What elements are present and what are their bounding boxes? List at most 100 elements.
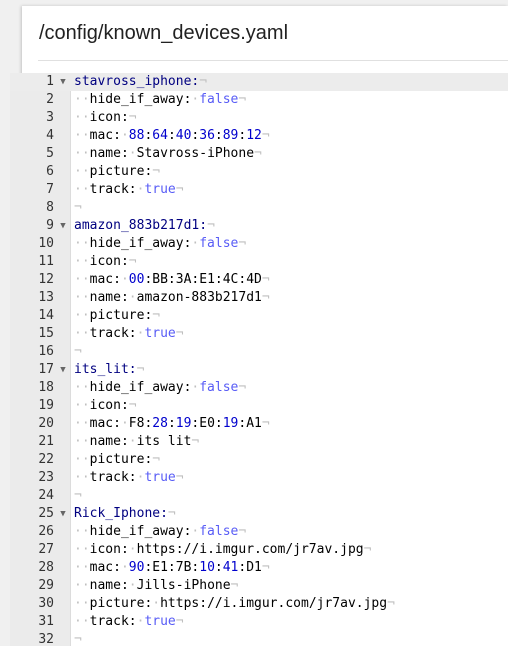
line-number: 26 bbox=[38, 524, 54, 539]
code-text: ··picture:¬ bbox=[74, 164, 161, 179]
code-line[interactable]: 6 ··picture:¬ bbox=[10, 163, 508, 181]
code-text: ¬ bbox=[74, 488, 82, 503]
code-text: its_lit:¬ bbox=[74, 362, 145, 377]
code-text: ··track:·true¬ bbox=[74, 470, 184, 485]
line-number: 16 bbox=[38, 344, 54, 359]
line-number: 25 bbox=[38, 506, 54, 521]
code-line[interactable]: 27 ··icon:·https://i.imgur.com/jr7av.jpg¬ bbox=[10, 541, 508, 559]
code-line[interactable]: 31 ··track:·true¬ bbox=[10, 613, 508, 631]
code-text: ··picture:·https://i.imgur.com/jr7av.jpg… bbox=[74, 596, 395, 611]
code-line[interactable]: 19 ··icon:¬ bbox=[10, 397, 508, 415]
code-text: ··icon:¬ bbox=[74, 398, 137, 413]
code-text: ··icon:·https://i.imgur.com/jr7av.jpg¬ bbox=[74, 542, 372, 557]
code-text: ¬ bbox=[74, 344, 82, 359]
line-number: 24 bbox=[38, 488, 54, 503]
line-number: 20 bbox=[38, 416, 54, 431]
line-number: 18 bbox=[38, 380, 54, 395]
line-number: 4 bbox=[46, 128, 54, 143]
line-number: 1 bbox=[46, 74, 54, 89]
line-number: 14 bbox=[38, 308, 54, 323]
code-line[interactable]: 25 ▼ Rick_Iphone:¬ bbox=[10, 505, 508, 523]
code-text: ··track:·true¬ bbox=[74, 614, 184, 629]
line-number: 9 bbox=[46, 218, 54, 233]
code-text: ··name:·amazon-883b217d1¬ bbox=[74, 290, 270, 305]
code-text: Rick_Iphone:¬ bbox=[74, 506, 176, 521]
code-text: ··picture:¬ bbox=[74, 452, 161, 467]
fold-arrow-icon[interactable]: ▼ bbox=[58, 505, 68, 523]
code-line[interactable]: 22 ··picture:¬ bbox=[10, 451, 508, 469]
line-number: 6 bbox=[46, 164, 54, 179]
code-text: ··track:·true¬ bbox=[74, 182, 184, 197]
line-number: 30 bbox=[38, 596, 54, 611]
code-line[interactable]: 14 ··picture:¬ bbox=[10, 307, 508, 325]
code-line[interactable]: 4 ··mac:·88:64:40:36:89:12¬ bbox=[10, 127, 508, 145]
code-line[interactable]: 16 ¬ bbox=[10, 343, 508, 361]
code-line[interactable]: 8 ¬ bbox=[10, 199, 508, 217]
code-line[interactable]: 29 ··name:·Jills-iPhone¬ bbox=[10, 577, 508, 595]
code-text: amazon_883b217d1:¬ bbox=[74, 218, 215, 233]
line-number: 27 bbox=[38, 542, 54, 557]
line-number: 29 bbox=[38, 578, 54, 593]
code-line[interactable]: 9 ▼ amazon_883b217d1:¬ bbox=[10, 217, 508, 235]
code-line[interactable]: 26 ··hide_if_away:·false¬ bbox=[10, 523, 508, 541]
code-text: ··track:·true¬ bbox=[74, 326, 184, 341]
code-text: ··picture:¬ bbox=[74, 308, 161, 323]
fold-arrow-icon[interactable]: ▼ bbox=[58, 361, 68, 379]
line-number: 19 bbox=[38, 398, 54, 413]
line-number: 15 bbox=[38, 326, 54, 341]
header-divider bbox=[38, 60, 508, 61]
code-text: ··mac:·88:64:40:36:89:12¬ bbox=[74, 128, 270, 143]
code-text: ··hide_if_away:·false¬ bbox=[74, 380, 247, 395]
code-line[interactable]: 15 ··track:·true¬ bbox=[10, 325, 508, 343]
line-number: 7 bbox=[46, 182, 54, 197]
code-line[interactable]: 28 ··mac:·90:E1:7B:10:41:D1¬ bbox=[10, 559, 508, 577]
code-line[interactable]: 1 ▼ stavross_iphone:¬ bbox=[10, 73, 508, 91]
line-number: 23 bbox=[38, 470, 54, 485]
code-text: ··name:·Stavross-iPhone¬ bbox=[74, 146, 262, 161]
code-line[interactable]: 12 ··mac:·00:BB:3A:E1:4C:4D¬ bbox=[10, 271, 508, 289]
fold-arrow-icon[interactable]: ▼ bbox=[58, 217, 68, 235]
code-line[interactable]: 32 ¬ bbox=[10, 631, 508, 646]
code-line[interactable]: 18 ··hide_if_away:·false¬ bbox=[10, 379, 508, 397]
code-line[interactable]: 13 ··name:·amazon-883b217d1¬ bbox=[10, 289, 508, 307]
line-number: 21 bbox=[38, 434, 54, 449]
code-text: ··icon:¬ bbox=[74, 254, 137, 269]
file-path-title: /config/known_devices.yaml bbox=[39, 22, 289, 44]
code-text: ··name:·its lit¬ bbox=[74, 434, 200, 449]
code-line[interactable]: 7 ··track:·true¬ bbox=[10, 181, 508, 199]
code-text: ··mac:·00:BB:3A:E1:4C:4D¬ bbox=[74, 272, 270, 287]
code-text: ··hide_if_away:·false¬ bbox=[74, 524, 247, 539]
line-number: 5 bbox=[46, 146, 54, 161]
code-line[interactable]: 17 ▼ its_lit:¬ bbox=[10, 361, 508, 379]
code-text: ··icon:¬ bbox=[74, 110, 137, 125]
code-text: ··mac:·F8:28:19:E0:19:A1¬ bbox=[74, 416, 270, 431]
code-editor[interactable]: 1 ▼ stavross_iphone:¬ 2 ··hide_if_away:·fals… bbox=[10, 73, 508, 646]
line-number: 10 bbox=[38, 236, 54, 251]
code-line[interactable]: 23 ··track:·true¬ bbox=[10, 469, 508, 487]
line-number: 3 bbox=[46, 110, 54, 125]
code-line[interactable]: 21 ··name:·its lit¬ bbox=[10, 433, 508, 451]
code-line[interactable]: 5 ··name:·Stavross-iPhone¬ bbox=[10, 145, 508, 163]
line-number: 8 bbox=[46, 200, 54, 215]
line-number: 12 bbox=[38, 272, 54, 287]
code-text: ··mac:·90:E1:7B:10:41:D1¬ bbox=[74, 560, 270, 575]
code-line[interactable]: 2 ··hide_if_away:·false¬ bbox=[10, 91, 508, 109]
code-text: ··hide_if_away:·false¬ bbox=[74, 92, 247, 107]
code-line[interactable]: 30 ··picture:·https://i.imgur.com/jr7av.j… bbox=[10, 595, 508, 613]
code-text: stavross_iphone:¬ bbox=[74, 74, 208, 89]
code-text: ··hide_if_away:·false¬ bbox=[74, 236, 247, 251]
editor-header: /config/known_devices.yaml bbox=[22, 6, 508, 62]
code-line[interactable]: 3 ··icon:¬ bbox=[10, 109, 508, 127]
line-number: 13 bbox=[38, 290, 54, 305]
line-number: 31 bbox=[38, 614, 54, 629]
code-text: ¬ bbox=[74, 200, 82, 215]
line-number: 17 bbox=[38, 362, 54, 377]
line-number: 2 bbox=[46, 92, 54, 107]
line-number: 11 bbox=[38, 254, 54, 269]
code-line[interactable]: 20 ··mac:·F8:28:19:E0:19:A1¬ bbox=[10, 415, 508, 433]
line-number: 22 bbox=[38, 452, 54, 467]
code-line[interactable]: 10 ··hide_if_away:·false¬ bbox=[10, 235, 508, 253]
code-line[interactable]: 11 ··icon:¬ bbox=[10, 253, 508, 271]
fold-arrow-icon[interactable]: ▼ bbox=[58, 73, 68, 91]
code-line[interactable]: 24 ¬ bbox=[10, 487, 508, 505]
